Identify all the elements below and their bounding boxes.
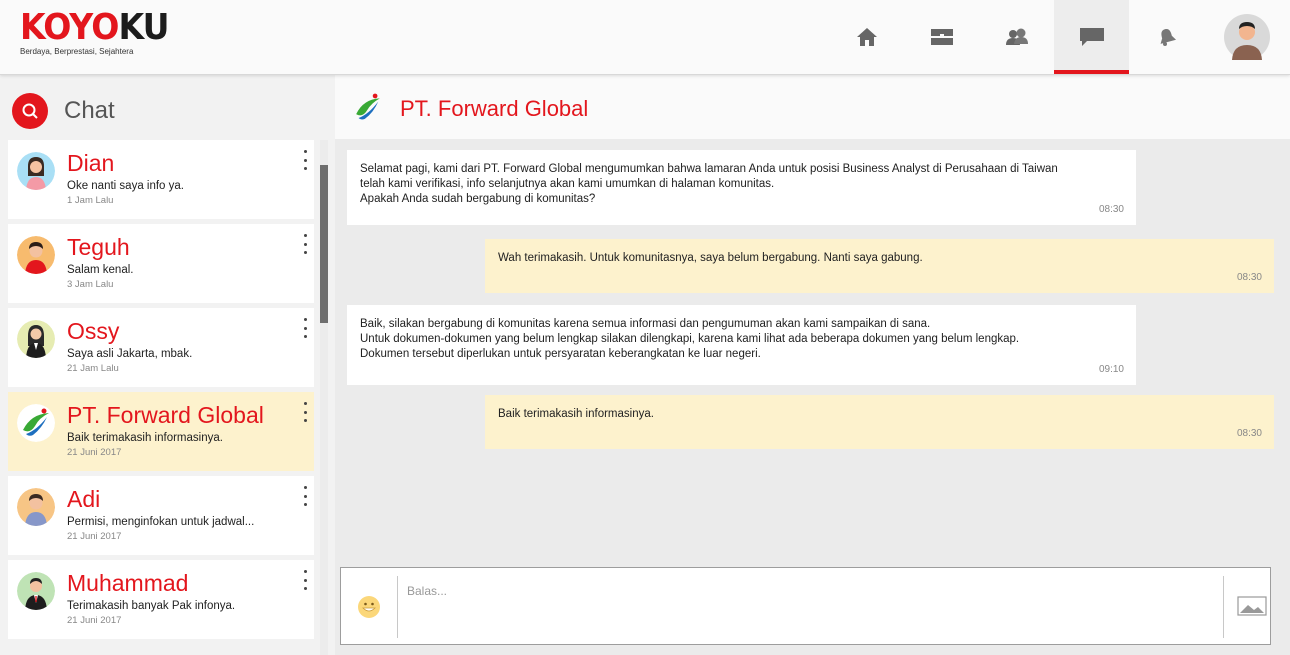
message-incoming: Selamat pagi, kami dari PT. Forward Glob… xyxy=(347,150,1136,225)
profile-menu[interactable] xyxy=(1204,0,1290,74)
avatar xyxy=(17,152,55,190)
avatar xyxy=(17,404,55,442)
message-text: Selamat pagi, kami dari PT. Forward Glob… xyxy=(360,163,1058,205)
message-text: Baik, silakan bergabung di komunitas kar… xyxy=(360,318,1020,360)
nav-chat[interactable] xyxy=(1054,0,1129,74)
message-text: Baik terimakasih informasinya. xyxy=(498,408,654,420)
emoji-icon[interactable] xyxy=(357,595,381,619)
chat-list-item[interactable]: Adi Permisi, menginfokan untuk jadwal...… xyxy=(8,476,314,555)
divider xyxy=(1223,576,1224,638)
contact-avatar-icon xyxy=(17,236,55,274)
contact-avatar-icon xyxy=(17,320,55,358)
profile-avatar xyxy=(1224,14,1270,60)
sidebar-title: Chat xyxy=(64,97,115,124)
nav-jobs[interactable] xyxy=(904,0,979,74)
chat-time: 21 Juni 2017 xyxy=(67,531,122,542)
more-options-icon[interactable] xyxy=(302,570,308,590)
message-time: 08:30 xyxy=(1236,272,1262,283)
chat-icon xyxy=(1079,28,1104,46)
message-text: Wah terimakasih. Untuk komunitasnya, say… xyxy=(498,252,923,264)
more-options-icon[interactable] xyxy=(302,486,308,506)
message-time: 09:10 xyxy=(1098,364,1124,375)
search-button[interactable] xyxy=(12,93,48,129)
chat-time: 1 Jam Lalu xyxy=(67,195,114,206)
chat-preview: Terimakasih banyak Pak infonya. xyxy=(67,600,236,612)
chat-name: Ossy xyxy=(67,318,120,344)
divider xyxy=(397,576,398,638)
conversation-title: PT. Forward Global xyxy=(400,96,589,121)
scrollbar-thumb[interactable] xyxy=(320,165,328,323)
contact-avatar-icon xyxy=(17,152,55,190)
more-options-icon[interactable] xyxy=(302,150,308,170)
community-icon xyxy=(1005,28,1028,45)
chat-name: PT. Forward Global xyxy=(67,402,264,428)
message-outgoing: Baik terimakasih informasinya. 08:30 xyxy=(485,395,1274,449)
chat-list-item[interactable]: Ossy Saya asli Jakarta, mbak. 21 Jam Lal… xyxy=(8,308,314,387)
avatar xyxy=(17,236,55,274)
chat-name: Teguh xyxy=(67,234,130,260)
logo-text-dark: KU xyxy=(118,7,169,48)
chat-list-scrollbar[interactable] xyxy=(320,140,328,655)
search-icon xyxy=(22,103,38,119)
chat-preview: Permisi, menginfokan untuk jadwal... xyxy=(67,516,255,528)
avatar xyxy=(17,320,55,358)
jobs-icon xyxy=(930,29,953,45)
chat-name: Muhammad xyxy=(67,570,189,596)
forward-global-logo xyxy=(17,404,55,442)
conversation-panel: PT. Forward Global Selamat pagi, kami da… xyxy=(335,75,1290,655)
chat-name: Dian xyxy=(67,150,115,176)
chat-list-item[interactable]: Teguh Salam kenal. 3 Jam Lalu xyxy=(8,224,314,303)
message-time: 08:30 xyxy=(1236,428,1262,439)
chat-preview: Salam kenal. xyxy=(67,264,134,276)
nav-notifications[interactable] xyxy=(1129,0,1204,74)
top-header: KOYOKU Berdaya, Berprestasi, Sejahtera xyxy=(0,0,1290,75)
avatar xyxy=(17,488,55,526)
sidebar-header: Chat xyxy=(12,93,115,129)
bell-icon xyxy=(1160,29,1176,46)
message-incoming: Baik, silakan bergabung di komunitas kar… xyxy=(347,305,1136,385)
message-outgoing: Wah terimakasih. Untuk komunitasnya, say… xyxy=(485,239,1274,293)
more-options-icon[interactable] xyxy=(302,402,308,422)
chat-preview: Baik terimakasih informasinya. xyxy=(67,432,223,444)
chat-time: 21 Juni 2017 xyxy=(67,447,122,458)
contact-avatar-icon xyxy=(17,488,55,526)
chat-time: 21 Juni 2017 xyxy=(67,615,122,626)
more-options-icon[interactable] xyxy=(302,318,308,338)
nav-home[interactable] xyxy=(829,0,904,74)
logo-wordmark: KOYOKU xyxy=(20,8,169,48)
chat-name: Adi xyxy=(67,486,101,512)
top-nav xyxy=(829,0,1290,74)
forward-global-logo xyxy=(356,93,380,120)
conversation-header: PT. Forward Global xyxy=(335,75,1290,139)
koyoku-logo[interactable]: KOYOKU Berdaya, Berprestasi, Sejahtera xyxy=(20,8,182,57)
chat-time: 21 Jam Lalu xyxy=(67,363,119,374)
chat-time: 3 Jam Lalu xyxy=(67,279,114,290)
avatar xyxy=(17,572,55,610)
chat-preview: Oke nanti saya info ya. xyxy=(67,180,184,192)
reply-box xyxy=(340,567,1271,645)
image-icon[interactable] xyxy=(1237,596,1267,616)
more-options-icon[interactable] xyxy=(302,234,308,254)
chat-list-item[interactable]: Muhammad Terimakasih banyak Pak infonya.… xyxy=(8,560,314,639)
chat-list: Dian Oke nanti saya info ya. 1 Jam Lalu … xyxy=(8,140,314,644)
chat-list-item[interactable]: Dian Oke nanti saya info ya. 1 Jam Lalu xyxy=(8,140,314,219)
logo-tagline: Berdaya, Berprestasi, Sejahtera xyxy=(20,47,134,56)
chat-preview: Saya asli Jakarta, mbak. xyxy=(67,348,193,360)
contact-avatar-icon xyxy=(17,572,55,610)
logo-text-red: KOYO xyxy=(20,7,119,48)
chat-list-item-active[interactable]: PT. Forward Global Baik terimakasih info… xyxy=(8,392,314,471)
message-time: 08:30 xyxy=(1098,204,1124,215)
chat-sidebar: Chat Dian Oke nanti saya info ya. 1 Jam … xyxy=(0,75,335,655)
nav-community[interactable] xyxy=(979,0,1054,74)
reply-input[interactable] xyxy=(399,576,1221,636)
home-icon xyxy=(856,28,877,46)
